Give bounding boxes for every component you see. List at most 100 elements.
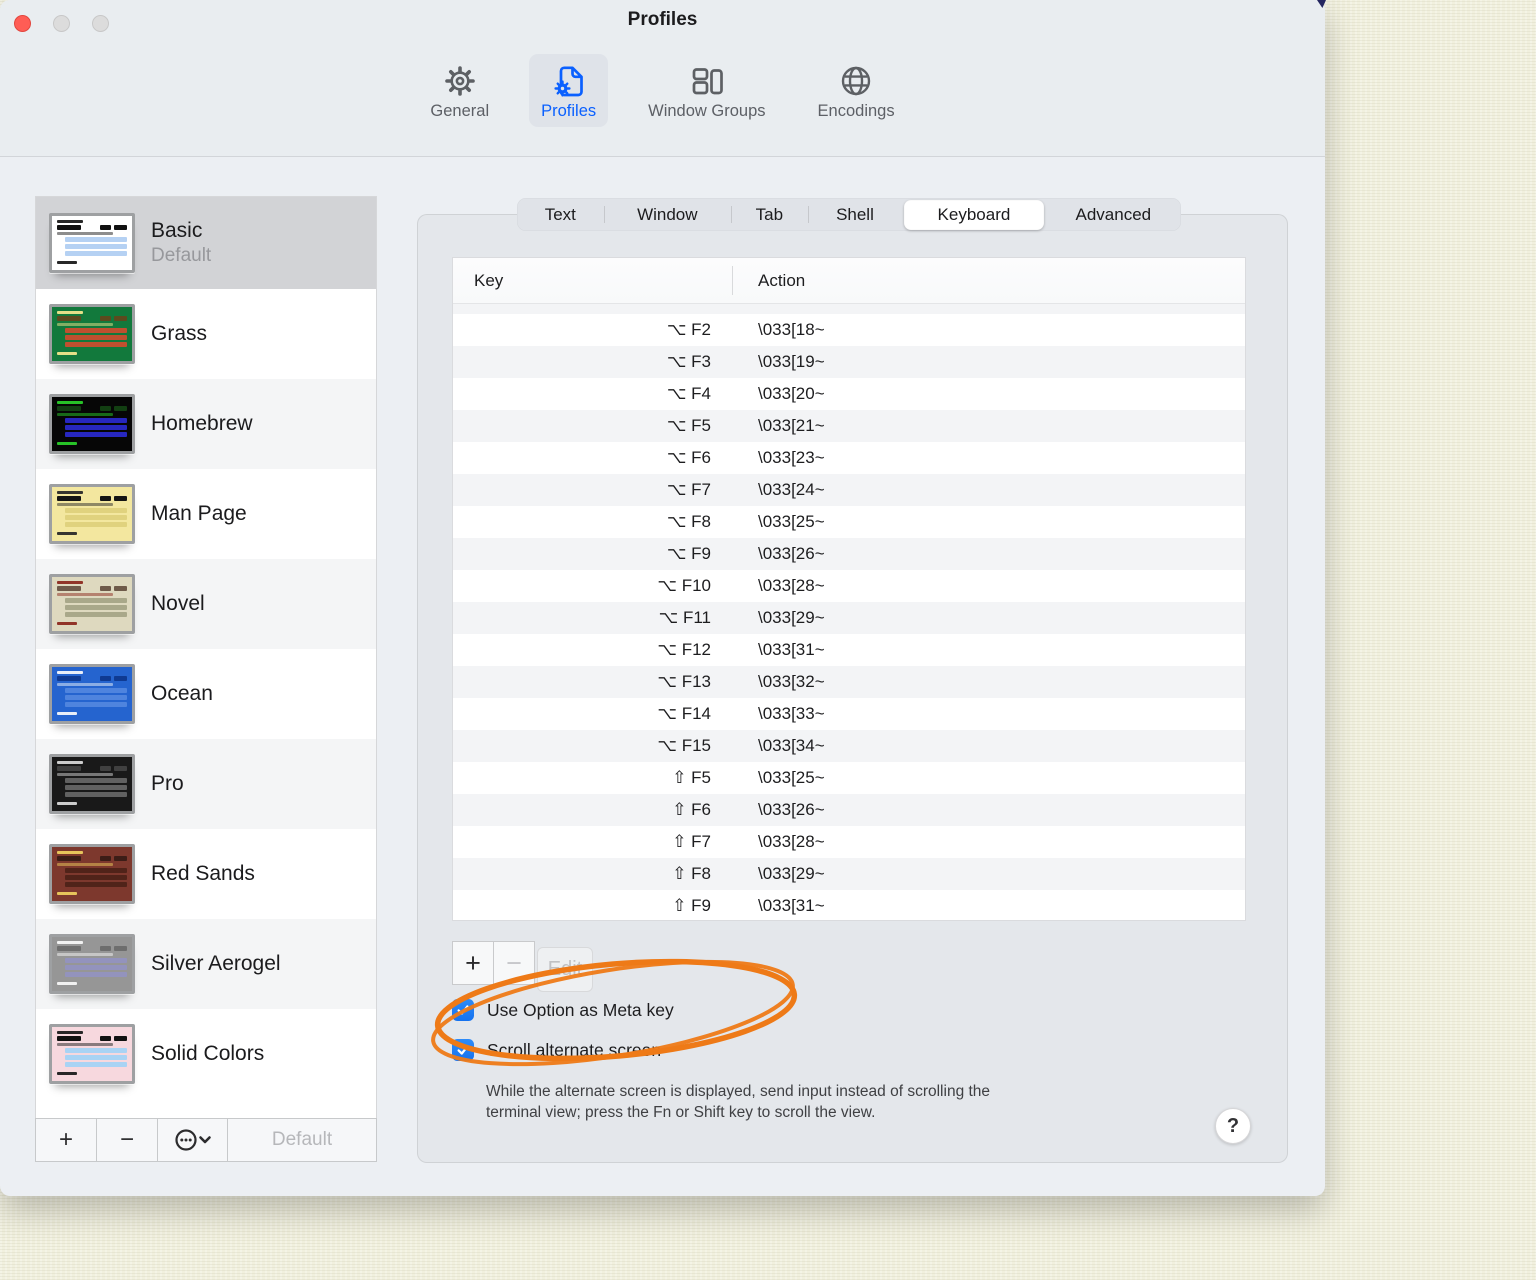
remove-profile-button[interactable]: −	[97, 1119, 158, 1161]
add-key-button[interactable]: +	[452, 941, 494, 985]
toolbar-item-label: Window Groups	[648, 102, 766, 120]
profile-row-basic[interactable]: Basic Default	[36, 197, 376, 289]
table-row[interactable]: ⇧ F5 \033[25~	[453, 762, 1245, 794]
tab-advanced[interactable]: Advanced	[1046, 198, 1181, 231]
profile-thumbnail	[49, 574, 135, 634]
table-row[interactable]: ⌥ F2 \033[18~	[453, 314, 1245, 346]
profile-row-man-page[interactable]: Man Page	[36, 469, 376, 559]
table-row[interactable]: ⌥ F7 \033[24~	[453, 474, 1245, 506]
toolbar-item-general[interactable]: General	[418, 54, 501, 127]
profile-row-homebrew[interactable]: Homebrew	[36, 379, 376, 469]
action-cell: \033[24~	[758, 480, 825, 499]
profile-list-footer: + − Default	[35, 1118, 377, 1162]
profile-subtitle: Default	[151, 245, 212, 266]
table-row[interactable]: ⌥ F3 \033[19~	[453, 346, 1245, 378]
scroll-alternate-help-text: While the alternate screen is displayed,…	[486, 1083, 991, 1121]
table-row[interactable]: ⇧ F8 \033[29~	[453, 858, 1245, 890]
default-button[interactable]: Default	[228, 1119, 376, 1161]
profile-name: Solid Colors	[151, 1042, 265, 1065]
table-row[interactable]: ⌥ F8 \033[25~	[453, 506, 1245, 538]
toolbar-item-window-groups[interactable]: Window Groups	[636, 54, 777, 127]
key-cell: ⌥ F6	[666, 448, 711, 467]
checkbox-label: Scroll alternate screen	[487, 1039, 662, 1060]
column-header-action: Action	[758, 271, 806, 290]
profile-thumbnail	[49, 484, 135, 544]
action-cell: \033[31~	[758, 640, 825, 659]
profile-actions-menu-button[interactable]	[158, 1119, 228, 1161]
help-button[interactable]: ?	[1215, 1108, 1251, 1144]
table-row[interactable]: ⇧ F9 \033[31~	[453, 890, 1245, 920]
remove-key-button[interactable]: −	[493, 941, 535, 985]
profile-row-red-sands[interactable]: Red Sands	[36, 829, 376, 919]
tab-window[interactable]: Window	[603, 198, 731, 231]
action-cell: \033[19~	[758, 352, 825, 371]
key-cell: ⇧ F6	[672, 800, 711, 819]
table-header: Key Action	[453, 258, 1245, 304]
window-groups-icon	[692, 68, 723, 95]
key-cell: ⌥ F4	[666, 384, 711, 403]
scroll-alternate-screen-checkbox[interactable]: Scroll alternate screen	[452, 1039, 661, 1061]
column-divider	[732, 266, 733, 295]
table-row[interactable]: ⌥ F5 \033[21~	[453, 410, 1245, 442]
key-cell: ⌥ F7	[666, 480, 711, 499]
action-cell: \033[28~	[758, 832, 825, 851]
profile-doc-icon	[554, 66, 583, 97]
profile-name: Silver Aerogel	[151, 952, 281, 975]
profile-row-ocean[interactable]: Ocean	[36, 649, 376, 739]
action-cell: \033[26~	[758, 544, 825, 563]
tab-keyboard[interactable]: Keyboard	[903, 199, 1045, 230]
profile-name: Homebrew	[151, 412, 253, 435]
profile-thumbnail	[49, 754, 135, 814]
table-row[interactable]: ⌥ F12 \033[31~	[453, 634, 1245, 666]
key-cell: ⌥ F2	[666, 320, 711, 339]
window-title: Profiles	[627, 9, 698, 30]
profile-row-grass[interactable]: Grass	[36, 289, 376, 379]
key-cell: ⌥ F11	[658, 608, 711, 627]
profile-row-pro[interactable]: Pro	[36, 739, 376, 829]
action-cell: \033[34~	[758, 736, 825, 755]
key-cell: ⌥ F8	[666, 512, 711, 531]
table-row[interactable]: ⌥ F11 \033[29~	[453, 602, 1245, 634]
globe-icon	[841, 66, 871, 96]
use-option-as-meta-checkbox[interactable]: Use Option as Meta key	[452, 999, 674, 1021]
tab-shell[interactable]: Shell	[807, 198, 903, 231]
add-profile-button[interactable]: +	[36, 1119, 97, 1161]
tab-label: Window	[637, 204, 698, 224]
minus-icon: −	[506, 947, 522, 978]
table-row[interactable]: ⌥ F4 \033[20~	[453, 378, 1245, 410]
table-row[interactable]: ⌥ F10 \033[28~	[453, 570, 1245, 602]
tab-label: Shell	[836, 204, 874, 224]
key-cell: ⇧ F9	[672, 896, 711, 915]
profile-thumbnail	[49, 304, 135, 364]
action-cell: \033[29~	[758, 608, 825, 627]
edit-key-button[interactable]: Edit	[537, 947, 593, 992]
checkbox-label: Use Option as Meta key	[487, 999, 674, 1020]
profile-row-silver-aerogel[interactable]: Silver Aerogel	[36, 919, 376, 1009]
plus-icon: +	[58, 1126, 73, 1153]
table-row[interactable]: ⌥ F15 \033[34~	[453, 730, 1245, 762]
table-row[interactable]: ⇧ F7 \033[28~	[453, 826, 1245, 858]
key-cell: ⇧ F7	[672, 832, 711, 851]
table-row[interactable]: ⌥ F9 \033[26~	[453, 538, 1245, 570]
gear-icon	[444, 66, 475, 96]
partial-row	[453, 304, 1245, 314]
key-cell: ⇧ F5	[672, 768, 711, 787]
table-row[interactable]: ⌥ F13 \033[32~	[453, 666, 1245, 698]
tab-label: Advanced	[1075, 204, 1152, 224]
tab-tab[interactable]: Tab	[731, 198, 808, 231]
toolbar-item-encodings[interactable]: Encodings	[806, 54, 907, 127]
tab-text[interactable]: Text	[517, 198, 604, 231]
chevron-down-icon	[198, 1136, 211, 1144]
window-chrome: Profiles General Profiles Window Groups …	[0, 0, 1325, 157]
key-cell: ⌥ F15	[657, 736, 711, 755]
checkbox-icon	[452, 1039, 474, 1061]
profile-row-solid-colors[interactable]: Solid Colors	[36, 1009, 376, 1099]
profile-thumbnail	[49, 394, 135, 454]
profile-row-novel[interactable]: Novel	[36, 559, 376, 649]
toolbar-item-profiles[interactable]: Profiles	[529, 54, 609, 127]
keybindings-table: Key Action ⌥ F2 \033[18~ ⌥ F3 \033[19~ ⌥…	[452, 257, 1246, 921]
preferences-window: Profiles General Profiles Window Groups …	[0, 0, 1325, 1196]
table-row[interactable]: ⌥ F14 \033[33~	[453, 698, 1245, 730]
table-row[interactable]: ⌥ F6 \033[23~	[453, 442, 1245, 474]
table-row[interactable]: ⇧ F6 \033[26~	[453, 794, 1245, 826]
